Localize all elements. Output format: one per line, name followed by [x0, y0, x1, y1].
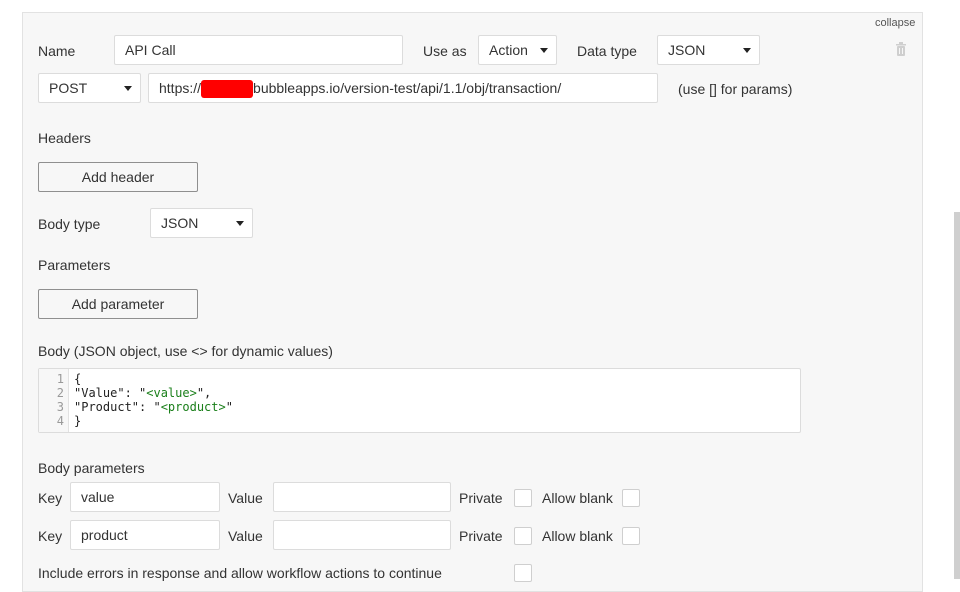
line-number: 3 [56, 400, 64, 414]
method-dropdown[interactable]: POST [38, 73, 141, 103]
use-as-label: Use as [423, 43, 467, 59]
key-input[interactable]: value [70, 482, 220, 512]
include-errors-checkbox[interactable] [514, 564, 532, 582]
method-value: POST [49, 80, 88, 96]
chevron-down-icon [236, 221, 244, 226]
api-call-panel: collapse Name API Call Use as Action Dat… [22, 12, 923, 592]
allow-blank-checkbox[interactable] [622, 527, 640, 545]
data-type-dropdown[interactable]: JSON [657, 35, 760, 65]
params-hint: (use [] for params) [678, 81, 793, 97]
key-label: Key [38, 490, 63, 506]
code-line: "Product": "<product>" [74, 400, 233, 414]
code-key: "Product": " [74, 400, 161, 414]
data-type-value: JSON [668, 42, 706, 58]
dynamic-value: <value> [146, 386, 197, 400]
use-as-dropdown[interactable]: Action [478, 35, 557, 65]
body-parameters-label: Body parameters [38, 460, 145, 476]
parameters-label: Parameters [38, 257, 111, 273]
headers-label: Headers [38, 130, 91, 146]
body-type-label: Body type [38, 216, 101, 232]
use-as-value: Action [489, 42, 528, 58]
allow-blank-label: Allow blank [542, 490, 613, 506]
redacted-subdomain [201, 80, 254, 99]
code-line: "Value": "<value>", [74, 386, 211, 400]
body-type-dropdown[interactable]: JSON [150, 208, 253, 238]
code-key: "Value": " [74, 386, 147, 400]
trash-icon[interactable] [895, 42, 907, 59]
private-label: Private [459, 490, 503, 506]
code-tail: " [225, 400, 233, 414]
line-number: 2 [56, 386, 64, 400]
data-type-label: Data type [577, 43, 637, 59]
line-number-gutter: 1 2 3 4 [39, 369, 69, 432]
url-input[interactable]: https:// bubbleapps.io/version-test/api/1… [148, 73, 658, 103]
allow-blank-checkbox[interactable] [622, 489, 640, 507]
value-label: Value [228, 528, 263, 544]
add-parameter-button[interactable]: Add parameter [38, 289, 198, 319]
name-label: Name [38, 43, 76, 59]
chevron-down-icon [124, 86, 132, 91]
line-number: 1 [56, 372, 64, 386]
include-errors-label: Include errors in response and allow wor… [38, 565, 442, 581]
private-checkbox[interactable] [514, 527, 532, 545]
code-line: } [74, 414, 81, 428]
code-text: { [74, 372, 82, 386]
private-checkbox[interactable] [514, 489, 532, 507]
code-text: } [74, 414, 82, 428]
collapse-link[interactable]: collapse [875, 17, 915, 29]
url-rest: bubbleapps.io/version-test/api/1.1/obj/t… [253, 80, 562, 96]
add-header-button[interactable]: Add header [38, 162, 198, 192]
code-line: { [74, 372, 81, 386]
name-input[interactable]: API Call [114, 35, 403, 65]
chevron-down-icon [743, 48, 751, 53]
key-input[interactable]: product [70, 520, 220, 550]
value-label: Value [228, 490, 263, 506]
dynamic-value: <product> [160, 400, 226, 414]
url-prefix: https:// [159, 80, 202, 96]
value-input[interactable] [273, 482, 451, 512]
body-label: Body (JSON object, use <> for dynamic va… [38, 343, 333, 359]
value-input[interactable] [273, 520, 451, 550]
body-type-value: JSON [161, 215, 199, 231]
key-label: Key [38, 528, 63, 544]
code-tail: ", [196, 386, 212, 400]
scrollbar[interactable] [954, 212, 960, 579]
chevron-down-icon [540, 48, 548, 53]
body-code-editor[interactable]: 1 2 3 4 { "Value": "<value>", "Product":… [38, 368, 801, 433]
line-number: 4 [56, 414, 64, 428]
private-label: Private [459, 528, 503, 544]
allow-blank-label: Allow blank [542, 528, 613, 544]
